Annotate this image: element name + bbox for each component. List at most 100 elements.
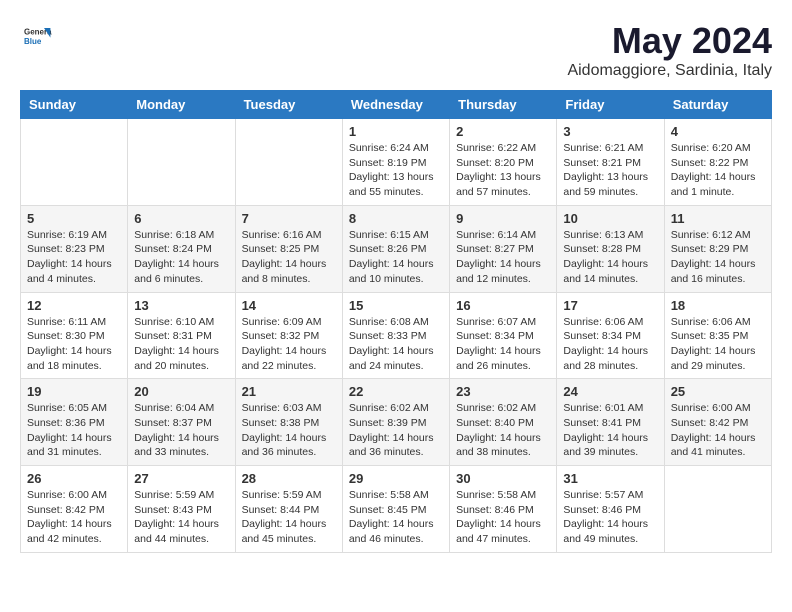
location-title: Aidomaggiore, Sardinia, Italy — [567, 62, 772, 80]
page-header: General Blue May 2024 Aidomaggiore, Sard… — [20, 20, 772, 80]
calendar-cell: 16Sunrise: 6:07 AMSunset: 8:34 PMDayligh… — [450, 292, 557, 379]
day-number: 18 — [671, 298, 765, 313]
day-info: Sunrise: 6:24 AMSunset: 8:19 PMDaylight:… — [349, 141, 443, 200]
day-info: Sunrise: 6:18 AMSunset: 8:24 PMDaylight:… — [134, 228, 228, 287]
day-info: Sunrise: 6:06 AMSunset: 8:34 PMDaylight:… — [563, 315, 657, 374]
calendar-cell: 28Sunrise: 5:59 AMSunset: 8:44 PMDayligh… — [235, 466, 342, 553]
day-info: Sunrise: 6:20 AMSunset: 8:22 PMDaylight:… — [671, 141, 765, 200]
day-number: 20 — [134, 384, 228, 399]
calendar-cell: 26 Sunrise: 6:00 AMSunset: 8:42 PMDayligh… — [21, 466, 128, 553]
day-number: 6 — [134, 211, 228, 226]
day-number: 10 — [563, 211, 657, 226]
day-info: Sunrise: 6:05 AMSunset: 8:36 PMDaylight:… — [27, 401, 121, 460]
day-info: Sunrise: 5:58 AMSunset: 8:45 PMDaylight:… — [349, 488, 443, 547]
day-header-saturday: Saturday — [664, 91, 771, 119]
title-block: May 2024 Aidomaggiore, Sardinia, Italy — [567, 20, 772, 80]
day-number: 4 — [671, 124, 765, 139]
day-number: 11 — [671, 211, 765, 226]
day-number: 27 — [134, 471, 228, 486]
calendar-week-row: 12 Sunrise: 6:11 AMSunset: 8:30 PMDayligh… — [21, 292, 772, 379]
calendar-cell: 7 Sunrise: 6:16 AMSunset: 8:25 PMDaylight… — [235, 205, 342, 292]
day-number: 14 — [242, 298, 336, 313]
calendar-cell: 31 Sunrise: 5:57 AMSunset: 8:46 PMDayligh… — [557, 466, 664, 553]
day-number: 22 — [349, 384, 443, 399]
calendar-cell: 1 Sunrise: 6:24 AMSunset: 8:19 PMDaylight… — [342, 119, 449, 206]
day-info: Sunrise: 6:06 AMSunset: 8:35 PMDaylight:… — [671, 315, 765, 374]
logo-icon: General Blue — [20, 20, 52, 52]
day-number: 15 — [349, 298, 443, 313]
day-number: 1 — [349, 124, 443, 139]
calendar-week-row: 1 Sunrise: 6:24 AMSunset: 8:19 PMDaylight… — [21, 119, 772, 206]
calendar-week-row: 19Sunrise: 6:05 AMSunset: 8:36 PMDayligh… — [21, 379, 772, 466]
day-info: Sunrise: 6:15 AMSunset: 8:26 PMDaylight:… — [349, 228, 443, 287]
calendar-cell: 30Sunrise: 5:58 AMSunset: 8:46 PMDayligh… — [450, 466, 557, 553]
day-info: Sunrise: 6:08 AMSunset: 8:33 PMDaylight:… — [349, 315, 443, 374]
calendar-cell: 2Sunrise: 6:22 AMSunset: 8:20 PMDaylight… — [450, 119, 557, 206]
day-number: 31 — [563, 471, 657, 486]
day-number: 7 — [242, 211, 336, 226]
day-header-thursday: Thursday — [450, 91, 557, 119]
day-number: 5 — [27, 211, 121, 226]
calendar-cell: 27 Sunrise: 5:59 AMSunset: 8:43 PMDayligh… — [128, 466, 235, 553]
day-info: Sunrise: 5:59 AMSunset: 8:43 PMDaylight:… — [134, 488, 228, 547]
calendar-cell — [235, 119, 342, 206]
calendar-cell: 12 Sunrise: 6:11 AMSunset: 8:30 PMDayligh… — [21, 292, 128, 379]
day-info: Sunrise: 6:22 AMSunset: 8:20 PMDaylight:… — [456, 141, 550, 200]
month-title: May 2024 — [567, 20, 772, 62]
calendar-cell: 25 Sunrise: 6:00 AMSunset: 8:42 PMDayligh… — [664, 379, 771, 466]
calendar-cell — [21, 119, 128, 206]
day-number: 17 — [563, 298, 657, 313]
day-number: 30 — [456, 471, 550, 486]
day-info: Sunrise: 6:16 AMSunset: 8:25 PMDaylight:… — [242, 228, 336, 287]
day-info: Sunrise: 6:13 AMSunset: 8:28 PMDaylight:… — [563, 228, 657, 287]
calendar-cell — [664, 466, 771, 553]
day-number: 29 — [349, 471, 443, 486]
calendar-cell: 5 Sunrise: 6:19 AMSunset: 8:23 PMDaylight… — [21, 205, 128, 292]
day-info: Sunrise: 6:07 AMSunset: 8:34 PMDaylight:… — [456, 315, 550, 374]
day-number: 13 — [134, 298, 228, 313]
calendar-cell: 3 Sunrise: 6:21 AMSunset: 8:21 PMDaylight… — [557, 119, 664, 206]
calendar-cell: 15 Sunrise: 6:08 AMSunset: 8:33 PMDayligh… — [342, 292, 449, 379]
calendar-cell — [128, 119, 235, 206]
day-info: Sunrise: 6:21 AMSunset: 8:21 PMDaylight:… — [563, 141, 657, 200]
day-info: Sunrise: 6:01 AMSunset: 8:41 PMDaylight:… — [563, 401, 657, 460]
day-header-wednesday: Wednesday — [342, 91, 449, 119]
calendar-cell: 29 Sunrise: 5:58 AMSunset: 8:45 PMDayligh… — [342, 466, 449, 553]
calendar-cell: 23Sunrise: 6:02 AMSunset: 8:40 PMDayligh… — [450, 379, 557, 466]
day-info: Sunrise: 6:11 AMSunset: 8:30 PMDaylight:… — [27, 315, 121, 374]
calendar-header-row: SundayMondayTuesdayWednesdayThursdayFrid… — [21, 91, 772, 119]
svg-text:Blue: Blue — [24, 37, 42, 46]
day-info: Sunrise: 6:02 AMSunset: 8:40 PMDaylight:… — [456, 401, 550, 460]
calendar-cell: 6 Sunrise: 6:18 AMSunset: 8:24 PMDaylight… — [128, 205, 235, 292]
day-info: Sunrise: 6:00 AMSunset: 8:42 PMDaylight:… — [27, 488, 121, 547]
calendar-cell: 21 Sunrise: 6:03 AMSunset: 8:38 PMDayligh… — [235, 379, 342, 466]
day-header-friday: Friday — [557, 91, 664, 119]
calendar-week-row: 5 Sunrise: 6:19 AMSunset: 8:23 PMDaylight… — [21, 205, 772, 292]
calendar-cell: 4 Sunrise: 6:20 AMSunset: 8:22 PMDaylight… — [664, 119, 771, 206]
day-info: Sunrise: 6:19 AMSunset: 8:23 PMDaylight:… — [27, 228, 121, 287]
day-header-sunday: Sunday — [21, 91, 128, 119]
day-number: 21 — [242, 384, 336, 399]
day-info: Sunrise: 6:10 AMSunset: 8:31 PMDaylight:… — [134, 315, 228, 374]
day-info: Sunrise: 6:04 AMSunset: 8:37 PMDaylight:… — [134, 401, 228, 460]
day-number: 12 — [27, 298, 121, 313]
day-header-monday: Monday — [128, 91, 235, 119]
day-number: 26 — [27, 471, 121, 486]
day-info: Sunrise: 6:00 AMSunset: 8:42 PMDaylight:… — [671, 401, 765, 460]
day-info: Sunrise: 6:12 AMSunset: 8:29 PMDaylight:… — [671, 228, 765, 287]
day-number: 25 — [671, 384, 765, 399]
calendar-cell: 13 Sunrise: 6:10 AMSunset: 8:31 PMDayligh… — [128, 292, 235, 379]
day-header-tuesday: Tuesday — [235, 91, 342, 119]
calendar-cell: 20 Sunrise: 6:04 AMSunset: 8:37 PMDayligh… — [128, 379, 235, 466]
day-info: Sunrise: 5:57 AMSunset: 8:46 PMDaylight:… — [563, 488, 657, 547]
calendar-cell: 19Sunrise: 6:05 AMSunset: 8:36 PMDayligh… — [21, 379, 128, 466]
calendar-cell: 17 Sunrise: 6:06 AMSunset: 8:34 PMDayligh… — [557, 292, 664, 379]
day-info: Sunrise: 6:09 AMSunset: 8:32 PMDaylight:… — [242, 315, 336, 374]
calendar-cell: 22Sunrise: 6:02 AMSunset: 8:39 PMDayligh… — [342, 379, 449, 466]
calendar-cell: 10 Sunrise: 6:13 AMSunset: 8:28 PMDayligh… — [557, 205, 664, 292]
day-number: 28 — [242, 471, 336, 486]
calendar-cell: 18 Sunrise: 6:06 AMSunset: 8:35 PMDayligh… — [664, 292, 771, 379]
day-number: 3 — [563, 124, 657, 139]
day-number: 8 — [349, 211, 443, 226]
day-info: Sunrise: 6:03 AMSunset: 8:38 PMDaylight:… — [242, 401, 336, 460]
